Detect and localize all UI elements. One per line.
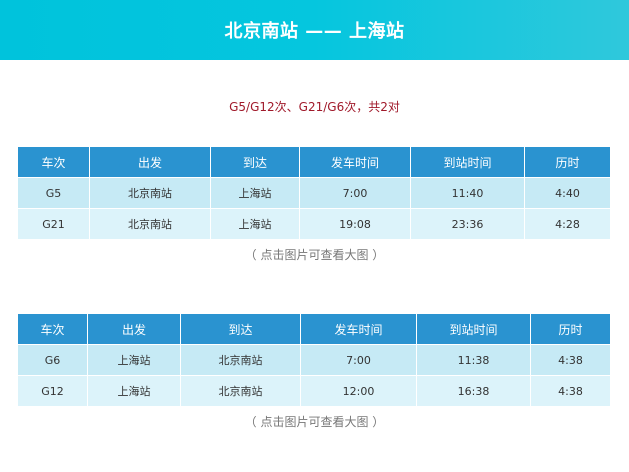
column-header-arrive-time: 到站时间 [410, 146, 525, 178]
column-header-depart-time: 发车时间 [300, 313, 417, 345]
table-row: G12 上海站 北京南站 12:00 16:38 4:38 [17, 375, 611, 407]
cell-duration: 4:38 [530, 344, 611, 376]
enlarge-image-note[interactable]: （ 点击图片可查看大图 ） [0, 413, 629, 430]
table-row: G21 北京南站 上海站 19:08 23:36 4:28 [17, 208, 611, 240]
cell-arrive-time: 11:40 [410, 177, 525, 209]
cell-duration: 4:28 [524, 208, 611, 240]
schedule-table-shanghai-beijing[interactable]: 车次 出发 到达 发车时间 到站时间 历时 G6 上海站 北京南站 7:00 1… [17, 313, 611, 407]
cell-arrive-time: 11:38 [416, 344, 531, 376]
cell-departure: 上海站 [87, 344, 181, 376]
cell-departure: 北京南站 [89, 177, 211, 209]
cell-arrival: 上海站 [210, 208, 300, 240]
table-header-row: 车次 出发 到达 发车时间 到站时间 历时 [17, 146, 611, 178]
cell-train: G6 [17, 344, 88, 376]
cell-arrival: 上海站 [210, 177, 300, 209]
cell-arrive-time: 16:38 [416, 375, 531, 407]
column-header-train: 车次 [17, 313, 88, 345]
column-header-departure: 出发 [87, 313, 181, 345]
column-header-arrival: 到达 [180, 313, 301, 345]
train-summary: G5/G12次、G21/G6次，共2对 [229, 100, 400, 114]
page-title: 北京南站 —— 上海站 [224, 21, 405, 42]
title-banner: 北京南站 —— 上海站 [0, 0, 629, 60]
cell-arrive-time: 23:36 [410, 208, 525, 240]
column-header-depart-time: 发车时间 [299, 146, 411, 178]
cell-train: G12 [17, 375, 88, 407]
cell-departure: 北京南站 [89, 208, 211, 240]
cell-depart-time: 7:00 [299, 177, 411, 209]
cell-arrival: 北京南站 [180, 344, 301, 376]
column-header-departure: 出发 [89, 146, 211, 178]
column-header-arrival: 到达 [210, 146, 300, 178]
enlarge-image-note[interactable]: （ 点击图片可查看大图 ） [0, 246, 629, 263]
cell-train: G21 [17, 208, 90, 240]
cell-train: G5 [17, 177, 90, 209]
cell-departure: 上海站 [87, 375, 181, 407]
cell-depart-time: 19:08 [299, 208, 411, 240]
cell-depart-time: 7:00 [300, 344, 417, 376]
schedule-table-beijing-shanghai[interactable]: 车次 出发 到达 发车时间 到站时间 历时 G5 北京南站 上海站 7:00 1… [17, 146, 611, 240]
column-header-duration: 历时 [530, 313, 611, 345]
table-row: G6 上海站 北京南站 7:00 11:38 4:38 [17, 344, 611, 376]
cell-duration: 4:38 [530, 375, 611, 407]
table-header-row: 车次 出发 到达 发车时间 到站时间 历时 [17, 313, 611, 345]
column-header-train: 车次 [17, 146, 90, 178]
cell-duration: 4:40 [524, 177, 611, 209]
cell-depart-time: 12:00 [300, 375, 417, 407]
cell-arrival: 北京南站 [180, 375, 301, 407]
column-header-duration: 历时 [524, 146, 611, 178]
column-header-arrive-time: 到站时间 [416, 313, 531, 345]
table-row: G5 北京南站 上海站 7:00 11:40 4:40 [17, 177, 611, 209]
